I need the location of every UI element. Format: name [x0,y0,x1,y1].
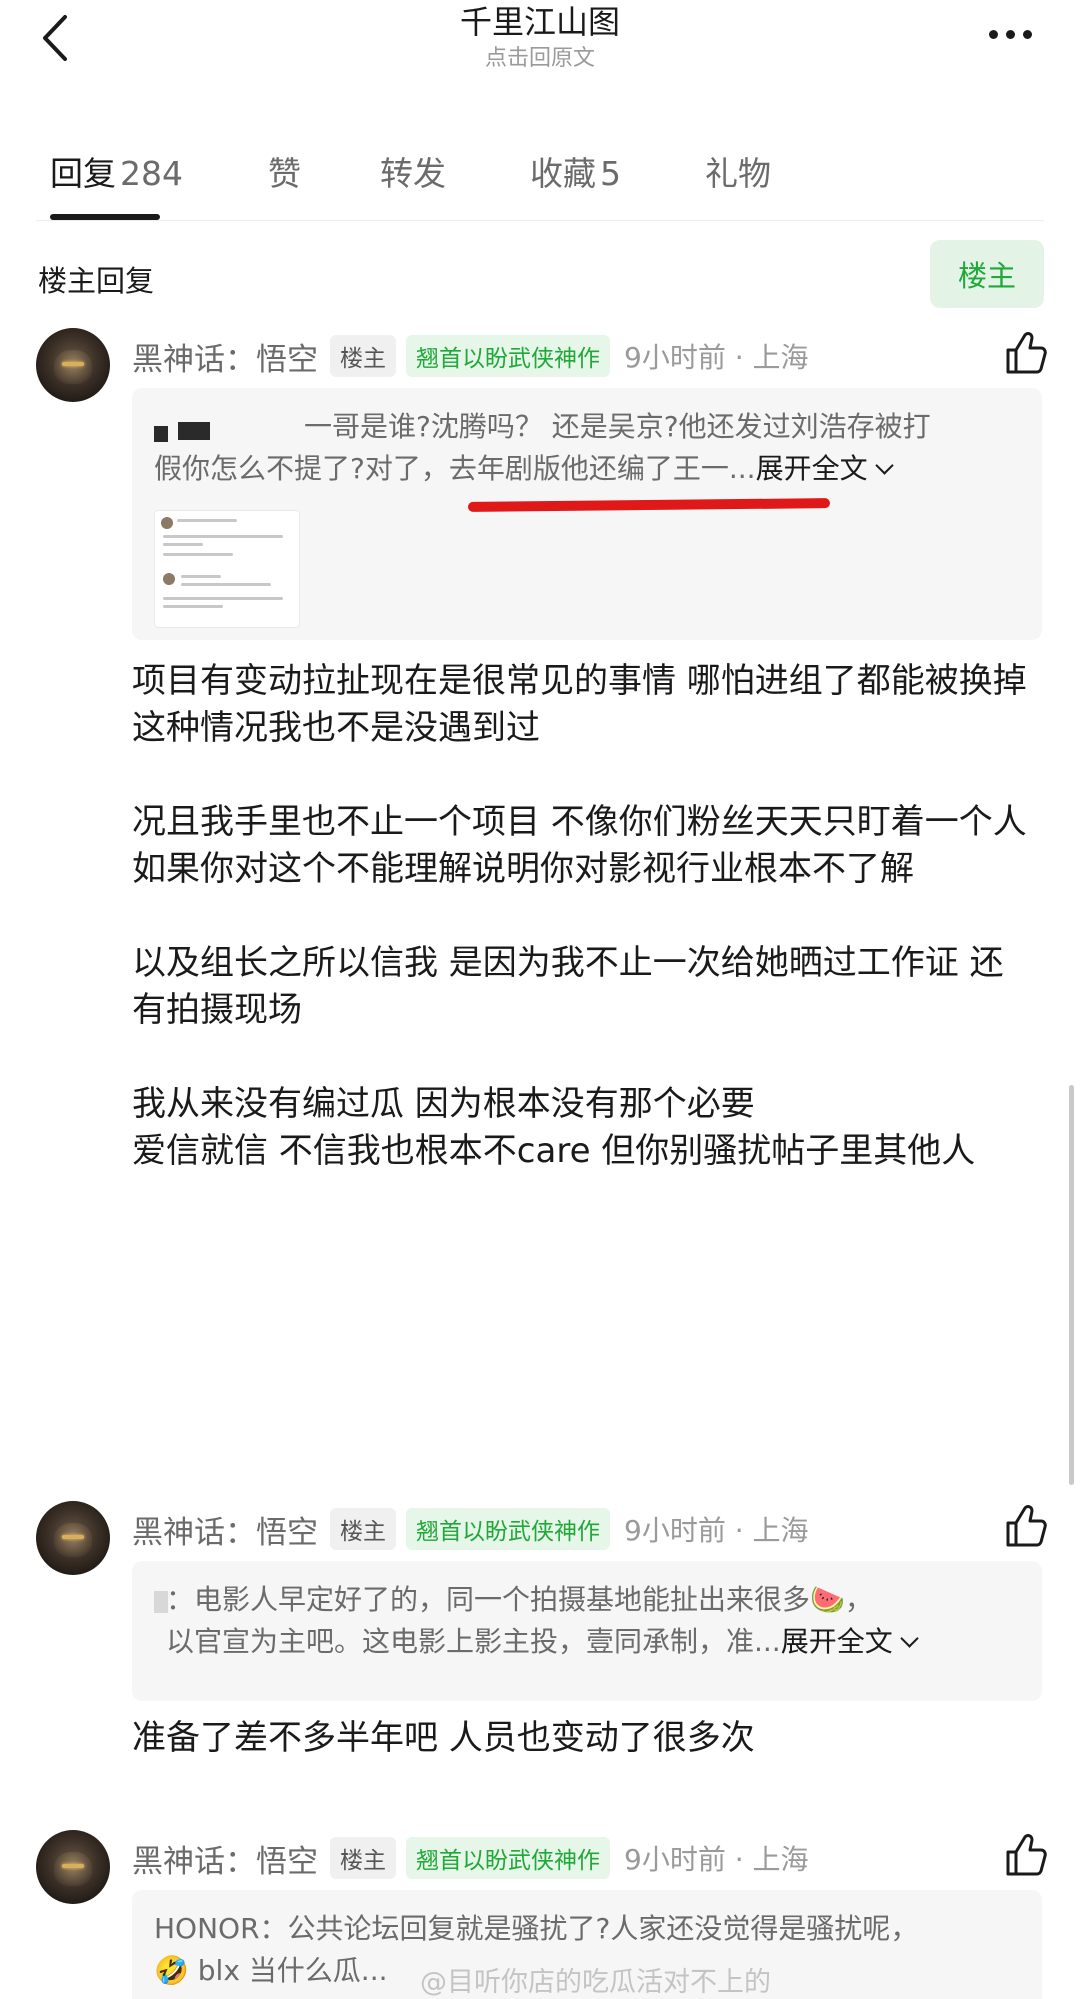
host-badge: 楼主 [330,335,396,377]
tab-favorites[interactable]: 收藏 5 [530,147,621,195]
like-button[interactable] [1000,1830,1050,1880]
more-button[interactable] [980,14,1040,54]
tab-label: 回复 [50,154,116,193]
redaction-mark [178,422,210,440]
comment-body: 项目有变动拉扯现在是很常见的事情 哪怕进组了都能被换掉 这种情况我也不是没遇到过… [132,658,1032,1175]
host-badge: 楼主 [330,1508,396,1550]
like-button[interactable] [1000,328,1050,378]
tab-label: 礼物 [705,154,771,193]
tab-gifts[interactable]: 礼物 [705,147,771,195]
tab-likes[interactable]: 赞 [268,147,301,195]
quoted-reply[interactable]: 一哥是谁?沈腾吗？ 还是吴京?他还发过刘浩存被打 假你怎么不提了?对了，去年剧版… [132,388,1042,640]
divider [36,220,1044,221]
redaction-mark [154,1591,168,1613]
redaction-mark [154,426,168,442]
scrollbar[interactable] [1069,1085,1074,1485]
red-annotation-underline [467,498,831,512]
quoted-reply[interactable]: ：电影人早定好了的，同一个拍摄基地能扯出来很多🍉， 以官宣为主吧。这电影上影主投… [132,1561,1042,1701]
back-to-original-link[interactable]: 点击回原文 [0,44,1080,74]
title-badge: 翘首以盼武侠神作 [406,1837,610,1879]
thumbs-up-icon [1006,1834,1047,1876]
avatar[interactable] [36,328,110,402]
tab-label: 收藏 [530,154,596,193]
comment-paragraph: 项目有变动拉扯现在是很常见的事情 哪怕进组了都能被换掉 这种情况我也不是没遇到过 [132,661,1027,748]
host-only-filter-button[interactable]: 楼主 [930,240,1044,308]
comment-paragraph: 以及组长之所以信我 是因为我不止一次给她晒过工作证 还有拍摄现场 [132,943,1004,1030]
expand-full-text-link[interactable]: 展开全文 [781,1625,916,1658]
quote-line: 以官宣为主吧。这电影上影主投，壹同承制，准...展开全文 [166,1621,1020,1663]
title-badge: 翘首以盼武侠神作 [406,1508,610,1550]
tab-replies[interactable]: 回复 284 [50,147,183,195]
timestamp: 9小时前 · 上海 [624,1843,809,1876]
thumbs-up-icon [1006,1505,1047,1547]
attached-screenshot-thumbnail[interactable] [154,510,300,628]
avatar[interactable] [36,1501,110,1575]
quote-line: HONOR：公共论坛回复就是骚扰了?人家还没觉得是骚扰呢， [154,1912,919,1945]
tab-bar: 回复 284 赞 转发 收藏 5 礼物 [0,135,1080,225]
comment-meta: 黑神话：悟空 楼主 翘首以盼武侠神作 9小时前 · 上海 [132,332,809,380]
watermark: @目听你店的吃瓜活对不上的 [420,1967,771,1998]
timestamp: 9小时前 · 上海 [624,341,809,374]
tab-label: 赞 [268,154,301,193]
section-title: 楼主回复 [38,264,155,298]
timestamp: 9小时前 · 上海 [624,1514,809,1547]
top-bar: 千里江山图 点击回原文 [0,0,1080,100]
tab-reposts[interactable]: 转发 [380,147,446,195]
comment-body: 准备了差不多半年吧 人员也变动了很多次 [132,1715,1032,1762]
tab-count: 5 [600,154,621,193]
author-name[interactable]: 黑神话：悟空 [132,1836,318,1881]
host-badge: 楼主 [330,1837,396,1879]
more-dots-icon [988,29,1032,39]
comment-paragraph: 爱信就信 不信我也根本不care 但你别骚扰帖子里其他人 [132,1131,976,1171]
page-title: 千里江山图 [459,3,620,41]
title-block[interactable]: 千里江山图 点击回原文 [0,2,1080,74]
avatar[interactable] [36,1830,110,1904]
thumbs-up-icon [1006,332,1047,374]
like-button[interactable] [1000,1501,1050,1551]
quote-line: ：电影人早定好了的，同一个拍摄基地能扯出来很多🍉， [166,1583,873,1616]
author-name[interactable]: 黑神话：悟空 [132,334,318,379]
comment-meta: 黑神话：悟空 楼主 翘首以盼武侠神作 9小时前 · 上海 [132,1834,809,1882]
author-name[interactable]: 黑神话：悟空 [132,1507,318,1552]
expand-full-text-link[interactable]: 展开全文 [756,452,891,485]
comment-paragraph: 况且我手里也不止一个项目 不像你们粉丝天天只盯着一个人 [132,802,1027,842]
quote-line: 假你怎么不提了?对了，去年剧版他还编了王一...展开全文 [154,448,1020,490]
comment-meta: 黑神话：悟空 楼主 翘首以盼武侠神作 9小时前 · 上海 [132,1505,809,1553]
comment-paragraph: 如果你对这个不能理解说明你对影视行业根本不了解 [132,849,914,889]
tab-count: 284 [120,154,183,193]
tab-label: 转发 [380,154,446,193]
comment-paragraph: 我从来没有编过瓜 因为根本没有那个必要 [132,1084,755,1124]
quote-line: 一哥是谁?沈腾吗？ 还是吴京?他还发过刘浩存被打 [304,410,931,443]
title-badge: 翘首以盼武侠神作 [406,335,610,377]
comment-paragraph: 准备了差不多半年吧 人员也变动了很多次 [132,1718,755,1758]
